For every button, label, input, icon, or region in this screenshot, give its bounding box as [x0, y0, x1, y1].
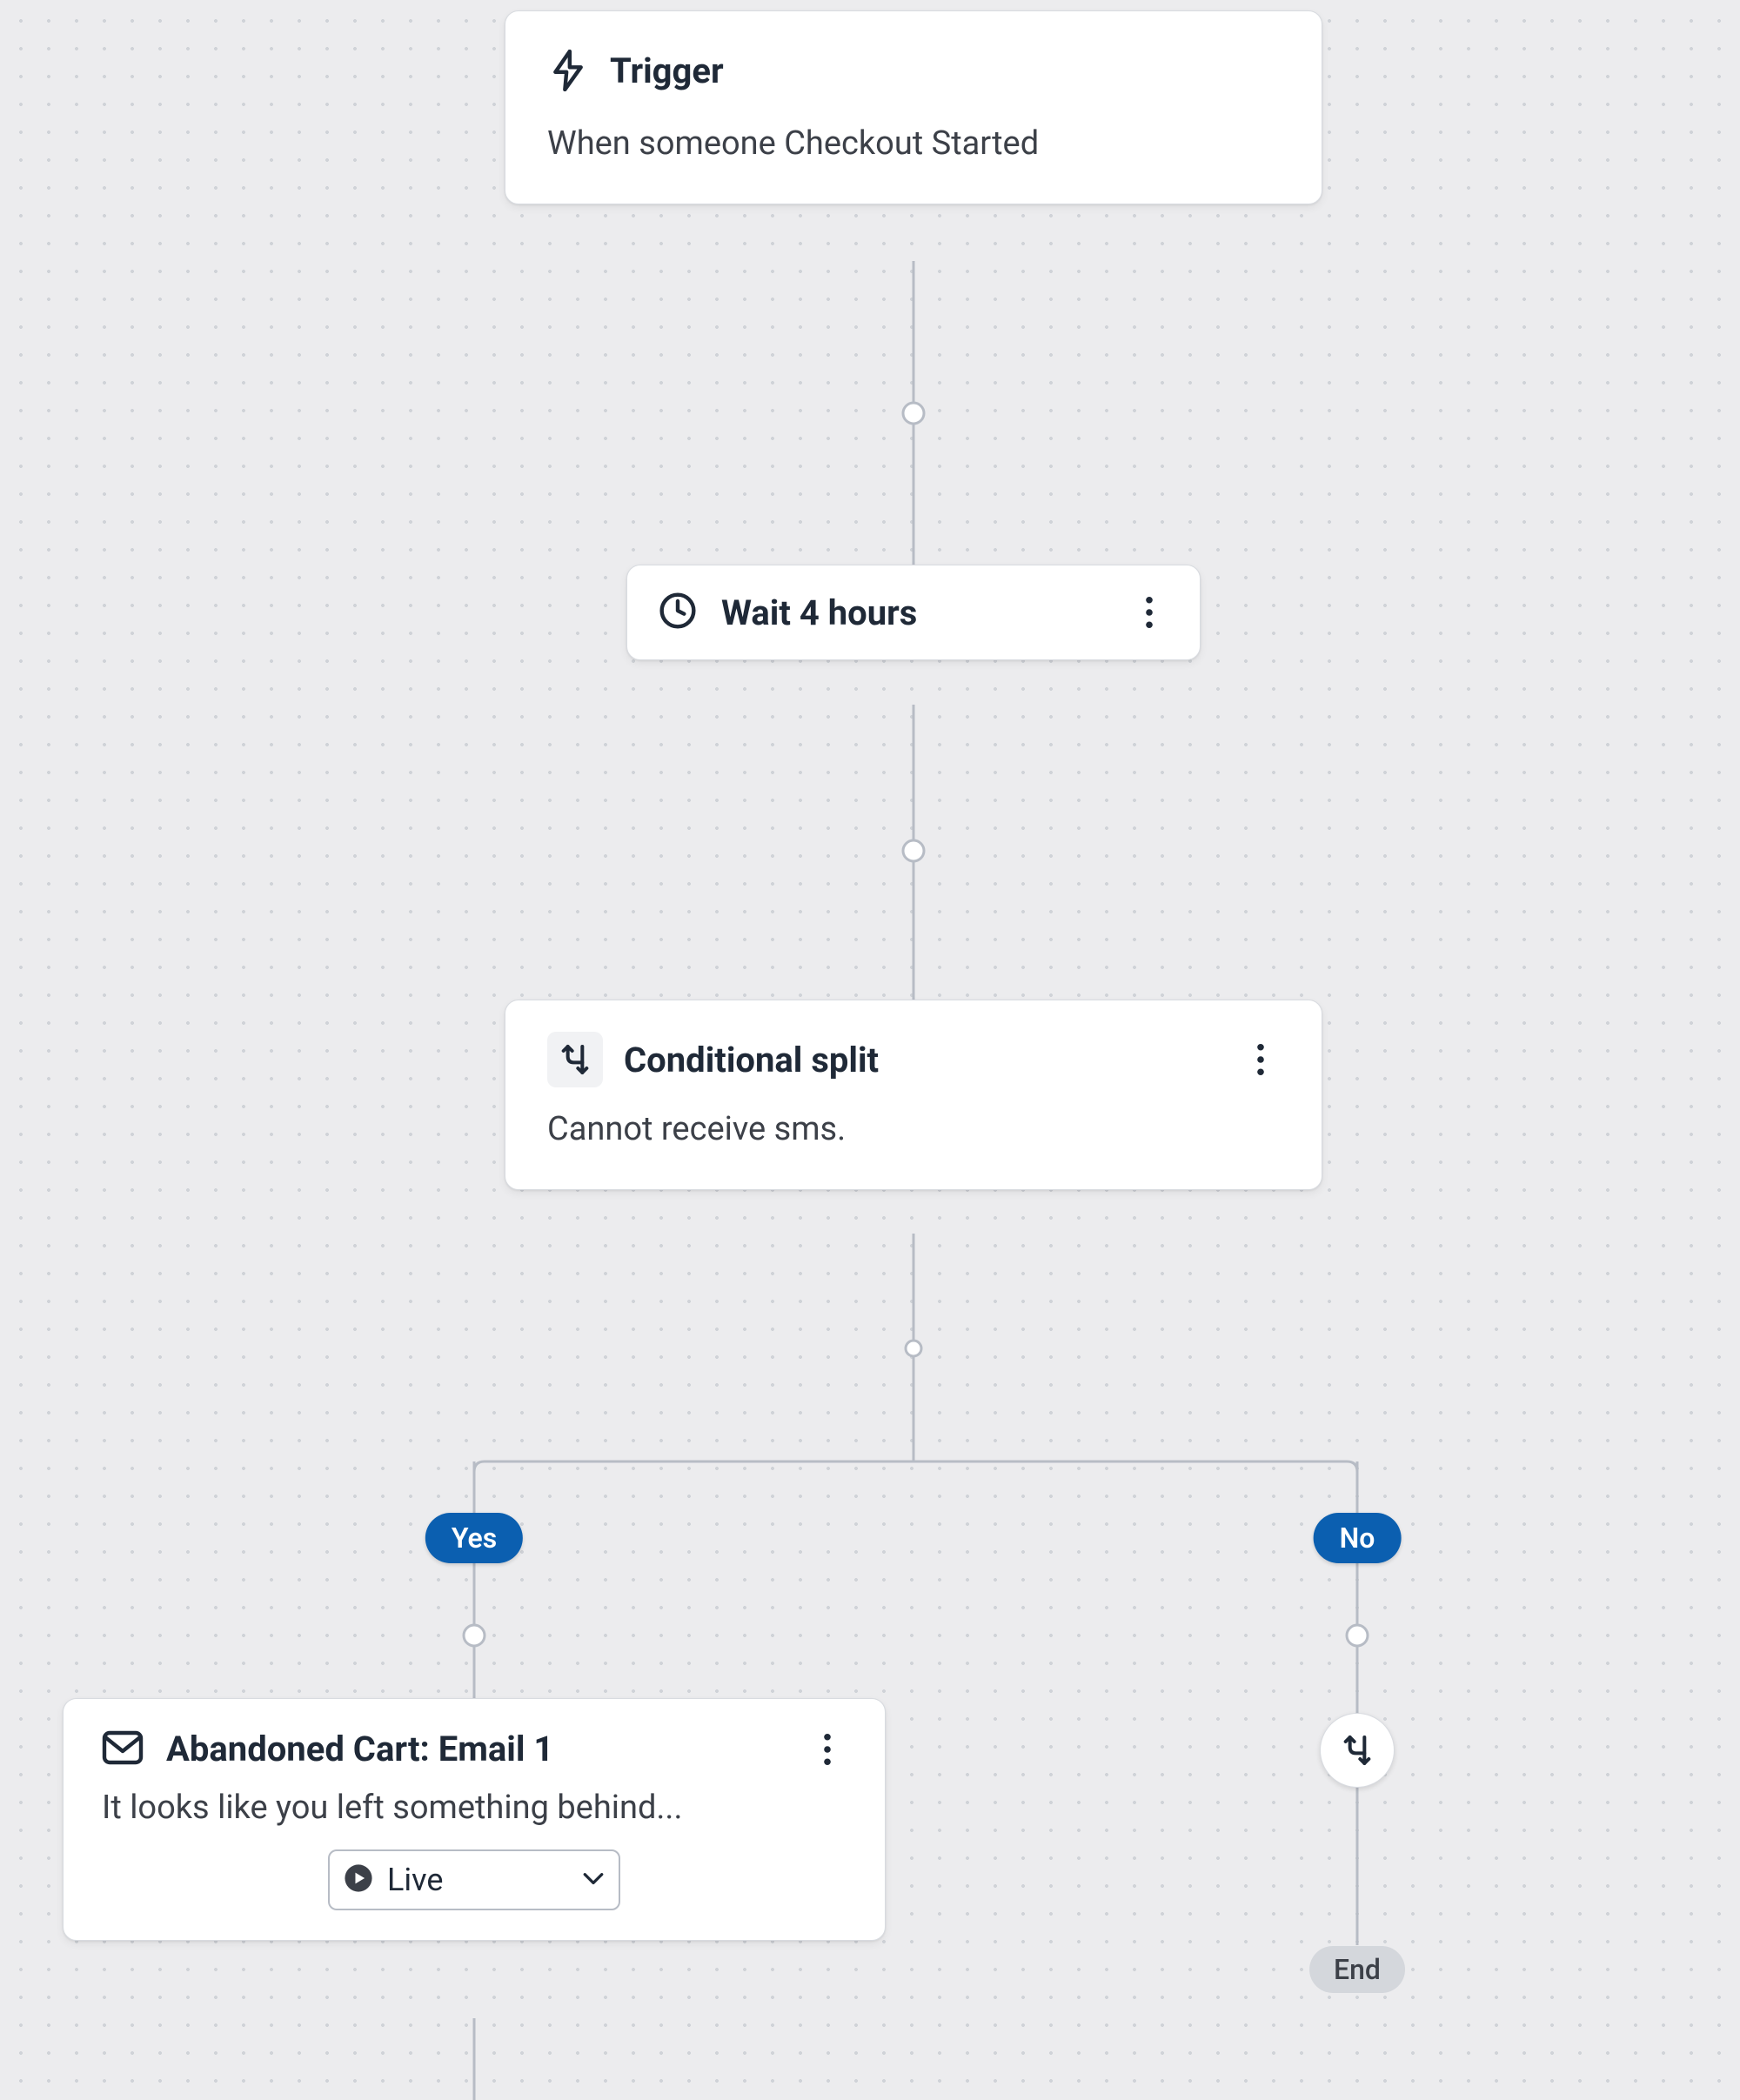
branch-yes-pill[interactable]: Yes [425, 1513, 523, 1563]
trigger-title: Trigger [610, 50, 724, 91]
email-step-description: It looks like you left something behind.… [102, 1789, 847, 1827]
email-more-button[interactable] [808, 1730, 847, 1769]
conditional-split-card[interactable]: Conditional split Cannot receive sms. [505, 1000, 1322, 1190]
clock-icon [659, 592, 697, 633]
email-status-dropdown[interactable]: Live [328, 1849, 620, 1910]
split-title: Conditional split [624, 1040, 879, 1080]
split-more-button[interactable] [1241, 1040, 1280, 1079]
trigger-card[interactable]: Trigger When someone Checkout Started [505, 10, 1322, 204]
trigger-card-header: Trigger [547, 43, 1280, 98]
split-icon [547, 1032, 603, 1087]
wait-card-left: Wait 4 hours [659, 592, 917, 633]
end-badge: End [1309, 1946, 1405, 1993]
trigger-description: When someone Checkout Started [547, 123, 1280, 165]
add-split-button[interactable] [1320, 1713, 1395, 1788]
wait-title: Wait 4 hours [721, 592, 917, 633]
lightning-icon [547, 43, 589, 98]
email-step-card[interactable]: Abandoned Cart: Email 1 It looks like yo… [63, 1698, 886, 1941]
play-circle-icon [344, 1863, 373, 1896]
chevron-down-icon [582, 1870, 605, 1889]
mail-icon [102, 1730, 144, 1769]
split-card-header: Conditional split [547, 1032, 1280, 1087]
wait-card[interactable]: Wait 4 hours [626, 565, 1201, 660]
email-card-header: Abandoned Cart: Email 1 [102, 1729, 847, 1769]
wait-more-button[interactable] [1130, 593, 1168, 632]
split-description: Cannot receive sms. [547, 1108, 1280, 1151]
email-status-label: Live [387, 1862, 443, 1898]
branch-no-pill[interactable]: No [1314, 1513, 1402, 1563]
email-step-title: Abandoned Cart: Email 1 [166, 1729, 553, 1769]
